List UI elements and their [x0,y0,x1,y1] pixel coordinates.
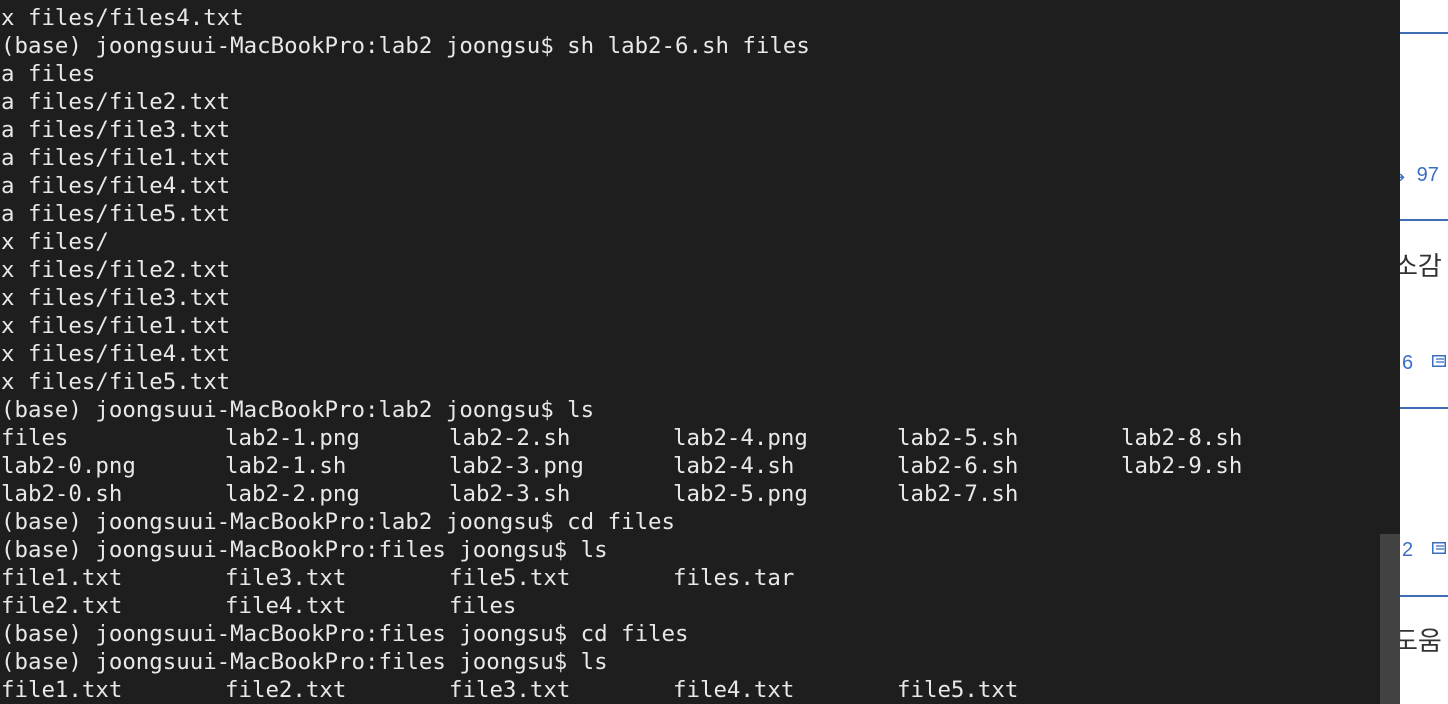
ls-entry: lab2-0.sh [1,481,123,507]
ls-entry: file4.txt [225,593,347,619]
ls-output-row: lab2-0.png lab2-1.sh lab2-3.png lab2-4.s… [1,452,1345,480]
divider [1400,32,1448,34]
ls-entry: lab2-8.sh [1121,425,1243,451]
ls-entry: lab2-7.sh [897,481,1019,507]
terminal-line: a files [1,61,96,87]
ls-entry: file5.txt [449,565,571,591]
terminal-line: a files/file4.txt [1,173,231,199]
ls-entry: lab2-1.sh [225,453,347,479]
ls-entry: file4.txt [673,677,795,703]
ls-entry: lab2-1.png [225,425,360,451]
terminal-window[interactable]: x files/files4.txt (base) joongsuui-MacB… [0,0,1400,704]
ls-entry: file3.txt [225,565,347,591]
ls-entry: lab2-4.png [673,425,808,451]
terminal-line: a files/file3.txt [1,117,231,143]
ls-entry: lab2-4.sh [673,453,795,479]
side-panel: ↳ 97 소감 6 2 도움 [1400,0,1448,704]
terminal-line: (base) joongsuui-MacBookPro:files joongs… [1,537,608,563]
terminal-line: x files/file1.txt [1,313,231,339]
divider [1400,407,1448,409]
ls-output-row: file1.txt file3.txt file5.txt files.tar [1,564,1345,592]
reply-count-row[interactable]: ↳ 97 [1400,164,1439,187]
ls-entry: lab2-6.sh [897,453,1019,479]
ls-entry: file1.txt [1,565,123,591]
terminal-line: (base) joongsuui-MacBookPro:files joongs… [1,621,689,647]
reply-arrow-icon: ↳ [1400,165,1407,185]
comment-title-text[interactable]: 소감 [1400,246,1442,283]
ls-entry: file5.txt [897,677,1019,703]
reply-count: 97 [1416,164,1439,186]
terminal-line: (base) joongsuui-MacBookPro:lab2 joongsu… [1,397,595,423]
terminal-output: x files/files4.txt (base) joongsuui-MacB… [1,4,1345,704]
divider [1400,219,1448,221]
terminal-line: a files/file1.txt [1,145,231,171]
terminal-line: (base) joongsuui-MacBookPro:lab2 joongsu… [1,509,676,535]
terminal-line: (base) joongsuui-MacBookPro:lab2 joongsu… [1,33,810,59]
terminal-line: x files/file3.txt [1,285,231,311]
item-count[interactable]: 6 [1402,352,1413,375]
ls-entry: lab2-9.sh [1121,453,1243,479]
ls-entry: lab2-0.png [1,453,136,479]
document-icon[interactable] [1432,355,1446,367]
ls-entry: file2.txt [1,593,123,619]
ls-entry: files [1,425,69,451]
terminal-line: x files/file2.txt [1,257,231,283]
ls-entry: lab2-2.png [225,481,360,507]
comment-title-text[interactable]: 도움 [1400,621,1442,658]
terminal-line: a files/file2.txt [1,89,231,115]
divider [1400,595,1448,597]
ls-entry: lab2-5.sh [897,425,1019,451]
terminal-line: x files/files4.txt [1,5,244,31]
ls-output-row: lab2-0.sh lab2-2.png lab2-3.sh lab2-5.pn… [1,480,1345,508]
ls-entry: file3.txt [449,677,571,703]
ls-entry: lab2-3.png [449,453,584,479]
terminal-line: (base) joongsuui-MacBookPro:files joongs… [1,649,608,675]
ls-entry: lab2-3.sh [449,481,571,507]
terminal-line: x files/ [1,229,109,255]
screen: x files/files4.txt (base) joongsuui-MacB… [0,0,1448,704]
ls-entry: lab2-2.sh [449,425,571,451]
ls-entry: files [449,593,517,619]
ls-output-row: file2.txt file4.txt files [1,592,1345,620]
ls-entry: file2.txt [225,677,347,703]
terminal-line: x files/file5.txt [1,369,231,395]
ls-output-row: file1.txt file2.txt file3.txt file4.txt … [1,676,1345,704]
scrollbar-thumb[interactable] [1380,534,1400,704]
terminal-line: a files/file5.txt [1,201,231,227]
document-icon[interactable] [1432,542,1446,554]
item-count[interactable]: 2 [1402,539,1413,562]
ls-entry: lab2-5.png [673,481,808,507]
ls-entry: file1.txt [1,677,123,703]
terminal-line: x files/file4.txt [1,341,231,367]
ls-output-row: files lab2-1.png lab2-2.sh lab2-4.png la… [1,424,1345,452]
ls-entry: files.tar [673,565,795,591]
